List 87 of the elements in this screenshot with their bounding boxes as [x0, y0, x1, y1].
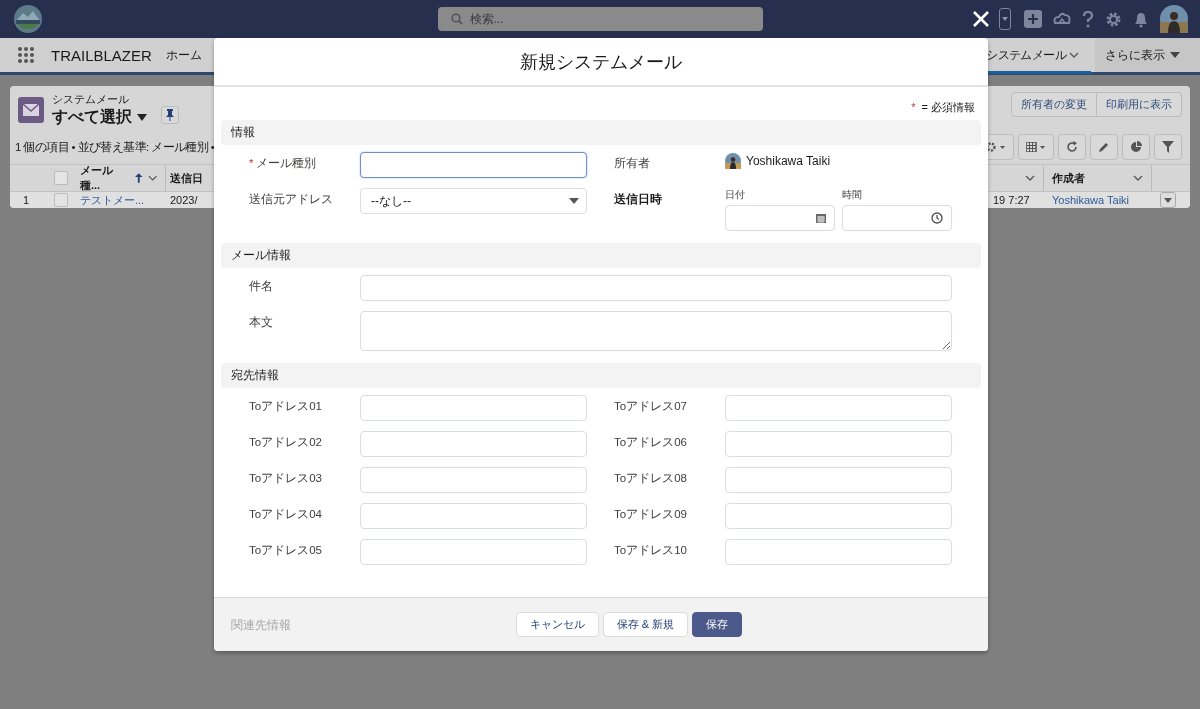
column-header[interactable]: 作成者	[1052, 170, 1085, 186]
field-label: Toアドレス09	[614, 508, 687, 520]
chevron-down-icon[interactable]	[147, 175, 157, 181]
help-icon[interactable]	[1082, 10, 1094, 28]
section-header[interactable]: 情報	[221, 120, 981, 145]
section-header: 関連先情報	[231, 617, 291, 634]
pencil-icon[interactable]	[1090, 134, 1118, 160]
record-link[interactable]: テストメー...	[80, 192, 166, 208]
required-legend: = 必須情報	[921, 101, 975, 113]
secondary-button[interactable]: 保存 & 新規	[602, 612, 689, 637]
table-cell-text: 2023/	[169, 194, 199, 206]
field-label: 時間	[842, 188, 863, 202]
action-button[interactable]: 所有者の変更	[1011, 92, 1097, 117]
chevron-down-icon[interactable]	[1133, 175, 1143, 181]
caret-icon[interactable]	[137, 114, 147, 121]
nav-tab[interactable]: ホーム	[165, 38, 214, 72]
favorites-dropdown[interactable]	[999, 8, 1011, 30]
gear-icon	[986, 142, 1006, 152]
field-label: Toアドレス08	[614, 472, 687, 484]
field-label: Toアドレス06	[614, 436, 687, 448]
field-label: Toアドレス10	[614, 544, 687, 556]
refresh-icon[interactable]	[1058, 134, 1086, 160]
chevron-down-icon[interactable]	[1069, 52, 1079, 58]
app-name: TRAILBLAZER	[51, 46, 152, 64]
row-number: 1	[21, 194, 31, 206]
caret-icon	[1164, 197, 1172, 203]
bell-icon[interactable]	[1133, 10, 1149, 28]
field-label: Toアドレス03	[249, 472, 322, 484]
select-field[interactable]: --なし--	[360, 188, 587, 214]
filter-icon[interactable]	[1154, 134, 1182, 160]
caret-icon	[1170, 52, 1180, 58]
field-label: Toアドレス01	[249, 400, 322, 412]
owner-name: Yoshikawa Taiki	[746, 154, 831, 168]
modal-title: 新規システムメール	[520, 50, 682, 74]
field-label: Toアドレス02	[249, 436, 322, 448]
table-display-dropdown[interactable]	[1018, 134, 1054, 160]
action-button[interactable]: 印刷用に表示	[1097, 92, 1182, 117]
list-summary: 1 個の項目 • 並び替え基準: メール種別 •	[15, 139, 215, 155]
table-cell-text: 19 7:27	[992, 194, 1031, 206]
user-link[interactable]: Yoshikawa Taiki	[1044, 194, 1152, 206]
app-launcher-icon[interactable]	[17, 46, 35, 64]
avatar[interactable]	[1160, 5, 1188, 33]
clock-icon	[931, 212, 943, 224]
pin-icon	[166, 109, 174, 121]
field-label: 所有者	[614, 157, 650, 169]
search-icon	[450, 13, 463, 25]
chart-icon[interactable]	[1122, 134, 1150, 160]
date-field[interactable]	[725, 205, 835, 231]
search-field[interactable]: 検索...	[437, 7, 763, 31]
field-label: Toアドレス05	[249, 544, 322, 556]
row-checkbox[interactable]	[54, 193, 68, 207]
object-name: システムメール	[52, 92, 130, 107]
required-mark: *	[911, 101, 916, 113]
section-header[interactable]: 宛先情報	[221, 363, 981, 388]
plus-icon[interactable]	[1024, 10, 1042, 28]
settings-icon[interactable]	[1105, 10, 1122, 28]
caret-icon	[1002, 17, 1008, 21]
close-icon[interactable]	[973, 11, 989, 27]
pin-button[interactable]	[161, 106, 179, 124]
logo-icon[interactable]	[13, 4, 43, 34]
select-all-checkbox[interactable]	[54, 171, 68, 185]
table-icon	[1026, 142, 1046, 152]
field-label: 送信元アドレス	[249, 193, 333, 205]
field-label: Toアドレス07	[614, 400, 687, 412]
field-label: 日付	[725, 188, 746, 202]
chevron-down-icon[interactable]	[1025, 175, 1035, 181]
save-button[interactable]: 保存	[692, 612, 743, 637]
time-field[interactable]	[842, 205, 952, 231]
field-label: 送信日時	[614, 193, 662, 205]
email-icon	[18, 97, 44, 123]
row-actions-button[interactable]	[1160, 192, 1176, 208]
calendar-icon	[816, 213, 826, 223]
field-label: Toアドレス04	[249, 508, 322, 520]
required-mark: *	[249, 157, 254, 169]
secondary-button[interactable]: キャンセル	[515, 612, 599, 637]
column-header[interactable]: 送信日	[170, 170, 203, 186]
list-view-title[interactable]: すべて選択	[52, 107, 132, 128]
nav-tab[interactable]: さらに表示	[1095, 38, 1200, 72]
caret-icon	[569, 198, 579, 204]
cloud-icon[interactable]	[1053, 11, 1071, 27]
field-label: 本文	[249, 316, 273, 328]
section-header[interactable]: メール情報	[221, 243, 981, 268]
avatar	[725, 153, 741, 169]
input-field[interactable]	[360, 152, 587, 178]
field-label: メール種別	[256, 157, 317, 169]
field-label: 件名	[249, 280, 273, 292]
column-header[interactable]: メール種...	[80, 163, 131, 193]
